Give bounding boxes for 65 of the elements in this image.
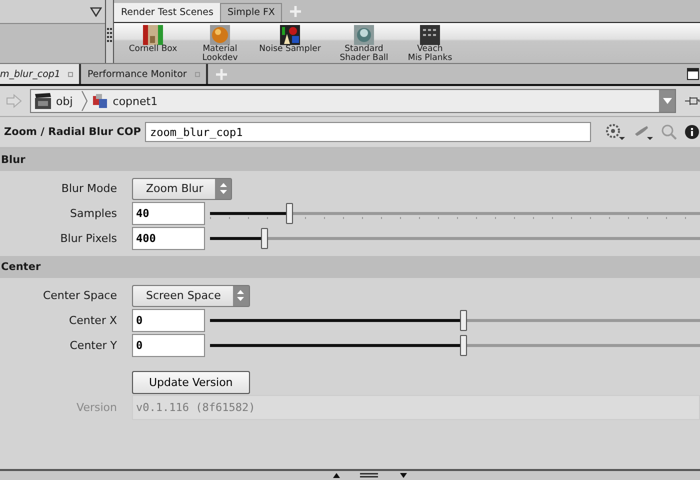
menu-button[interactable]: Zoom Blur xyxy=(132,178,232,200)
caret-icon xyxy=(662,98,672,104)
node-name-field[interactable]: zoom_blur_cop1 xyxy=(145,122,591,142)
parameter-label: Blur Mode xyxy=(60,182,117,195)
shelf-tool[interactable]: Noise Sampler xyxy=(256,23,324,63)
shelf-tool[interactable]: Veach Mis Planks xyxy=(399,23,461,63)
shapes-icon xyxy=(280,25,300,45)
parameter-label: Center Space xyxy=(42,289,117,302)
path-crumb[interactable]: obj xyxy=(35,93,73,109)
section-header[interactable]: Center xyxy=(0,256,700,278)
grip-icon xyxy=(106,28,112,42)
add-icon xyxy=(290,6,301,17)
expand-icon xyxy=(400,473,407,478)
ball-icon xyxy=(354,25,374,45)
shelf-tool[interactable]: Material Lookdev xyxy=(189,23,251,63)
shelf-tool[interactable]: Standard Shader Ball xyxy=(334,23,394,63)
pane-tab[interactable]: m_blur_cop1 xyxy=(0,64,82,84)
parameter-label: Version xyxy=(76,401,117,414)
shelf-tab[interactable]: Render Test Scenes xyxy=(114,3,220,22)
grip-icon xyxy=(360,473,380,478)
slider-handle[interactable] xyxy=(460,335,467,356)
slider-track[interactable] xyxy=(210,310,700,331)
slider-handle[interactable] xyxy=(261,228,268,249)
path-field[interactable]: obj copnet1 xyxy=(30,89,676,113)
forward-icon xyxy=(6,94,22,108)
slider-track[interactable] xyxy=(210,335,700,356)
search-icon xyxy=(661,124,677,140)
dropdown-icon xyxy=(90,6,102,16)
chevron-icon xyxy=(80,91,88,111)
dropdown-button[interactable] xyxy=(659,90,675,112)
shelf-tab[interactable]: Simple FX xyxy=(220,3,282,22)
brush-icon xyxy=(633,123,653,141)
clapper-icon xyxy=(35,93,51,109)
parameter-label: Center X xyxy=(68,314,117,327)
node-type-label: Zoom / Radial Blur COP xyxy=(4,126,141,138)
section-header[interactable]: Blur xyxy=(0,149,700,171)
network-icon xyxy=(92,93,108,109)
parameter-label: Center Y xyxy=(68,339,117,352)
pin-icon xyxy=(194,72,200,76)
slider-handle[interactable] xyxy=(460,310,467,331)
info-icon xyxy=(685,125,699,139)
slider-track[interactable] xyxy=(210,228,700,249)
up-down-icon xyxy=(237,290,244,301)
value-field[interactable]: 40 xyxy=(132,202,205,225)
parameter-label: Samples xyxy=(69,207,117,220)
path-crumb[interactable]: copnet1 xyxy=(92,93,158,109)
parameter-label: Blur Pixels xyxy=(59,232,117,245)
pin-icon xyxy=(684,95,700,107)
collapse-icon xyxy=(333,473,340,478)
shelf-tool[interactable]: Cornell Box xyxy=(122,23,184,63)
settings-icon xyxy=(605,123,625,141)
value-field[interactable]: 0 xyxy=(132,334,205,357)
sphere-icon xyxy=(210,25,230,45)
value-field: v0.1.116 (8f61582) xyxy=(132,395,700,420)
value-field[interactable]: 400 xyxy=(132,227,205,250)
update-version-button[interactable]: Update Version xyxy=(132,371,250,394)
value-field[interactable]: 0 xyxy=(132,309,205,332)
maximize-icon xyxy=(687,68,699,80)
room-icon xyxy=(143,25,163,45)
grid-icon xyxy=(420,25,440,45)
add-icon xyxy=(216,68,227,80)
slider-handle[interactable] xyxy=(286,203,292,224)
menu-button[interactable]: Screen Space xyxy=(132,284,250,306)
up-down-icon xyxy=(220,183,227,194)
pin-icon xyxy=(68,72,74,76)
